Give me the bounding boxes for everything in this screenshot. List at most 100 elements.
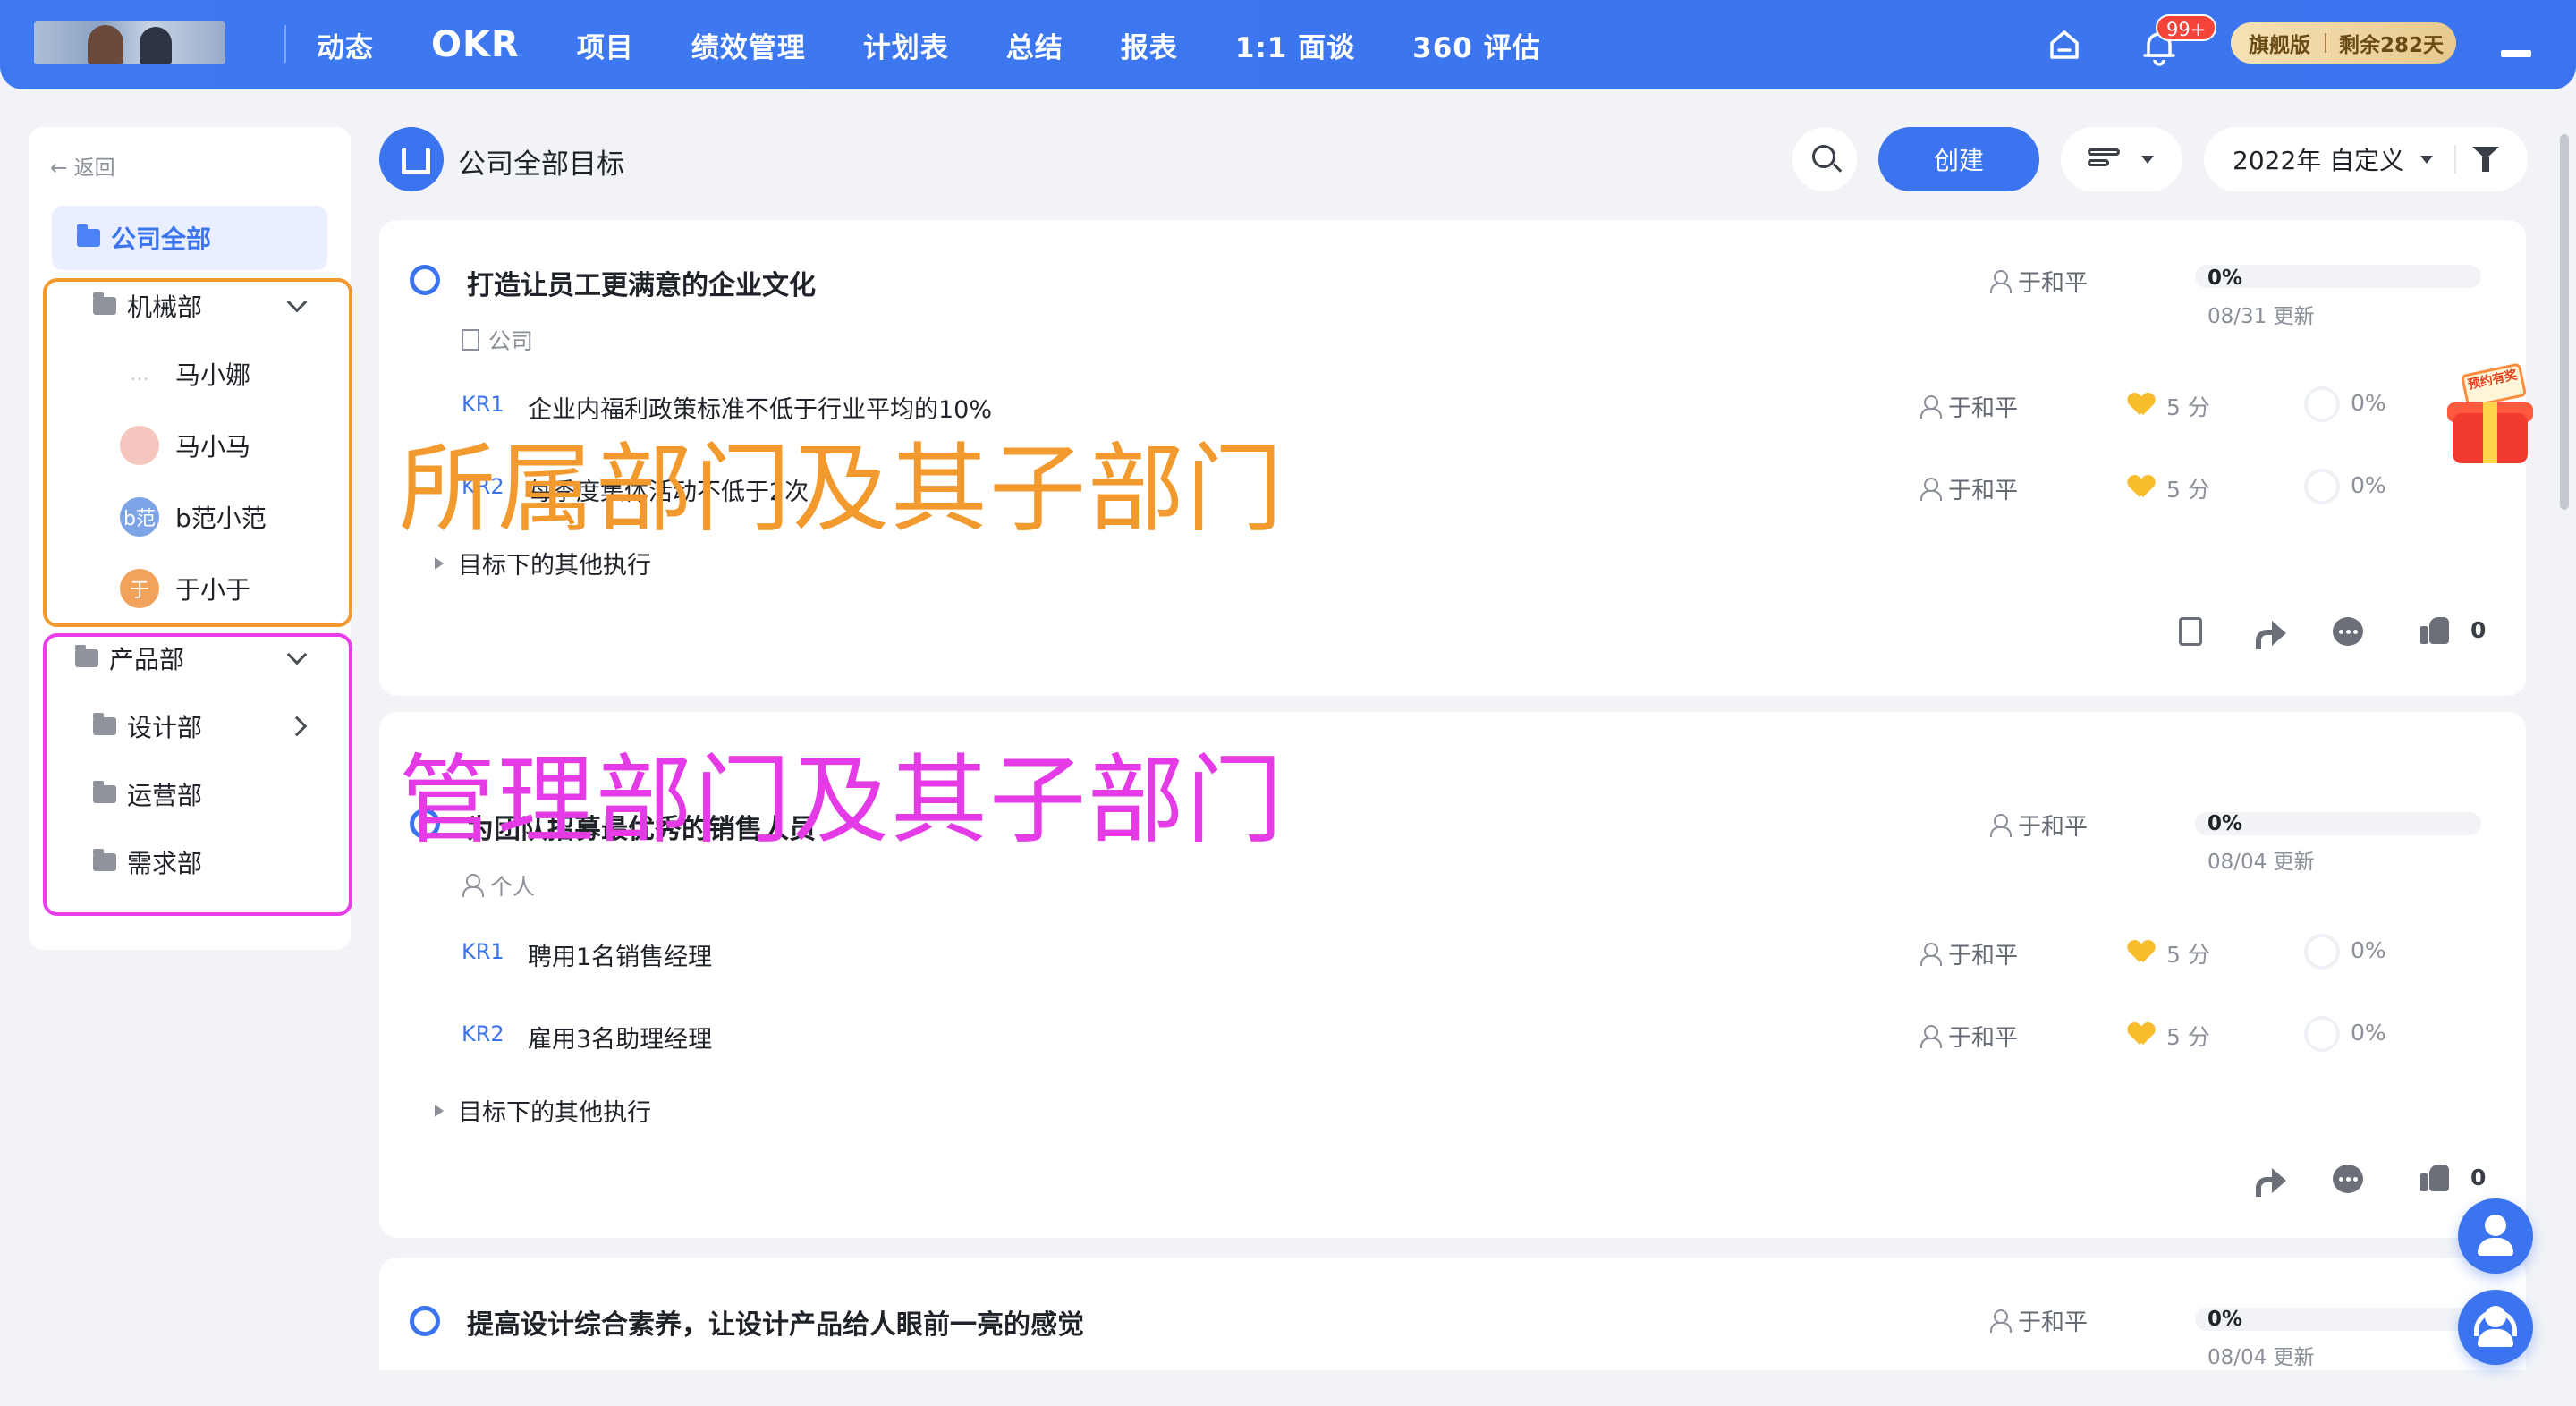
person-icon <box>1989 813 2012 837</box>
document-icon[interactable] <box>2179 617 2202 646</box>
kr-score[interactable]: 5 分 <box>2166 390 2210 422</box>
filter-icon[interactable] <box>2472 145 2500 174</box>
search-button[interactable] <box>1792 127 1857 191</box>
scope-label: 个人 <box>490 874 536 900</box>
kr-text[interactable]: 聘用1名销售经理 <box>528 937 712 972</box>
comment-icon[interactable] <box>2333 617 2363 646</box>
objective-owner[interactable]: 于和平 <box>1989 265 2088 298</box>
update-time: 08/31 更新 <box>2207 305 2315 328</box>
objective-owner[interactable]: 于和平 <box>1989 809 2088 842</box>
heart-icon <box>2129 476 2154 499</box>
notification-badge: 99+ <box>2156 14 2217 41</box>
kr-owner[interactable]: 于和平 <box>1919 472 2018 505</box>
kr-score[interactable]: 5 分 <box>2166 1020 2210 1052</box>
comment-icon[interactable] <box>2333 1165 2363 1193</box>
like-count: 0 <box>2470 617 2487 643</box>
nav-item-projects[interactable]: 项目 <box>577 25 634 65</box>
nav-item-performance[interactable]: 绩效管理 <box>691 25 806 65</box>
caret-down-icon <box>2420 155 2434 164</box>
nav-item-plans[interactable]: 计划表 <box>863 25 949 65</box>
sidebar-item-company-all[interactable]: 公司全部 <box>52 206 327 270</box>
divider <box>2454 145 2457 174</box>
kr-progress-ring <box>2304 386 2340 422</box>
sidebar-item-label: 公司全部 <box>111 224 212 254</box>
create-button[interactable]: 创建 <box>1878 127 2039 191</box>
nav-item-360-review[interactable]: 360 评估 <box>1412 25 1541 65</box>
person-icon <box>462 874 484 897</box>
vip-label: 旗舰版 <box>2249 34 2310 57</box>
nav-divider <box>284 25 286 63</box>
objective-owner[interactable]: 于和平 <box>1989 1304 2088 1337</box>
home-icon[interactable] <box>2046 27 2082 63</box>
period-selector[interactable]: 2022年 自定义 <box>2204 127 2528 191</box>
kr-percent: 0% <box>2351 390 2386 416</box>
kr-owner[interactable]: 于和平 <box>1919 937 2018 970</box>
scope-label: 公司 <box>488 328 534 354</box>
person-icon <box>1919 1024 1942 1048</box>
heart-icon <box>2129 394 2154 417</box>
main-nav: 动态 OKR 项目 绩效管理 计划表 总结 报表 1:1 面谈 360 评估 <box>317 0 1598 89</box>
progress-percent: 0% <box>2207 1308 2243 1331</box>
back-link[interactable]: ← 返回 <box>50 150 115 181</box>
owner-name: 于和平 <box>1948 943 2019 970</box>
menu-icon[interactable] <box>2501 50 2531 57</box>
highlight-box-own-dept <box>43 278 352 627</box>
nav-item-feed[interactable]: 动态 <box>317 25 374 65</box>
nav-item-one-on-one[interactable]: 1:1 面谈 <box>1235 25 1355 65</box>
building-icon <box>462 329 479 351</box>
period-label: 2022年 自定义 <box>2233 146 2405 175</box>
owner-name: 于和平 <box>1948 395 2019 422</box>
like-count: 0 <box>2470 1165 2487 1190</box>
scrollbar[interactable] <box>2560 134 2569 510</box>
kr-score[interactable]: 5 分 <box>2166 937 2210 970</box>
person-icon <box>1919 394 1942 419</box>
gift-sign: 预约有奖 <box>2460 362 2528 409</box>
page-bottom-fade <box>0 1370 2576 1406</box>
chart-icon <box>379 127 444 191</box>
view-toggle-button[interactable] <box>2061 127 2182 191</box>
exec-label: 目标下的其他执行 <box>458 1099 651 1127</box>
caret-right-icon <box>435 1104 444 1117</box>
nav-item-okr[interactable]: OKR <box>431 24 520 65</box>
kr-text[interactable]: 雇用3名助理经理 <box>528 1020 712 1054</box>
nav-item-summary[interactable]: 总结 <box>1006 25 1063 65</box>
share-icon[interactable] <box>2254 615 2286 649</box>
person-icon <box>1989 1309 2012 1333</box>
objective-title[interactable]: 提高设计综合素养，让设计产品给人眼前一亮的感觉 <box>467 1302 1084 1342</box>
caret-right-icon <box>435 556 444 570</box>
owner-name: 于和平 <box>2018 270 2089 297</box>
vip-badge[interactable]: 旗舰版 剩余282天 <box>2231 22 2456 64</box>
other-executions-toggle[interactable]: 目标下的其他执行 <box>435 1093 651 1128</box>
kr-owner[interactable]: 于和平 <box>1919 1020 2018 1053</box>
kr-owner[interactable]: 于和平 <box>1919 390 2018 423</box>
owner-name: 于和平 <box>1948 478 2019 504</box>
support-fab[interactable] <box>2458 1290 2533 1365</box>
company-logo[interactable] <box>34 21 225 64</box>
vip-remaining: 剩余282天 <box>2339 34 2445 57</box>
nav-item-reports[interactable]: 报表 <box>1121 25 1178 65</box>
kr-percent: 0% <box>2351 472 2386 498</box>
like-icon[interactable] <box>2420 1163 2453 1193</box>
owner-name: 于和平 <box>2018 814 2089 841</box>
owner-name: 于和平 <box>1948 1025 2019 1052</box>
like-icon[interactable] <box>2420 615 2453 646</box>
objective-status-icon <box>410 265 440 295</box>
annotation-managed-dept: 管理部门及其子部门 <box>399 745 1285 857</box>
person-icon <box>1919 942 1942 966</box>
kr-progress-ring <box>2304 934 2340 970</box>
update-time: 08/04 更新 <box>2207 1346 2315 1369</box>
kr-progress-ring <box>2304 469 2340 504</box>
kr-score[interactable]: 5 分 <box>2166 472 2210 504</box>
kr-percent: 0% <box>2351 937 2386 963</box>
top-nav-bar: 动态 OKR 项目 绩效管理 计划表 总结 报表 1:1 面谈 360 评估 9… <box>0 0 2576 89</box>
contacts-fab[interactable] <box>2458 1198 2533 1274</box>
gift-promo[interactable]: 预约有奖 <box>2440 362 2538 467</box>
annotation-own-dept: 所属部门及其子部门 <box>399 434 1285 546</box>
heart-icon <box>2129 1023 2154 1046</box>
folder-icon <box>77 224 100 247</box>
progress-percent: 0% <box>2207 812 2243 835</box>
vip-divider <box>2325 33 2326 53</box>
objective-title[interactable]: 打造让员工更满意的企业文化 <box>467 263 816 302</box>
share-icon[interactable] <box>2254 1163 2286 1197</box>
person-icon <box>1989 269 2012 293</box>
